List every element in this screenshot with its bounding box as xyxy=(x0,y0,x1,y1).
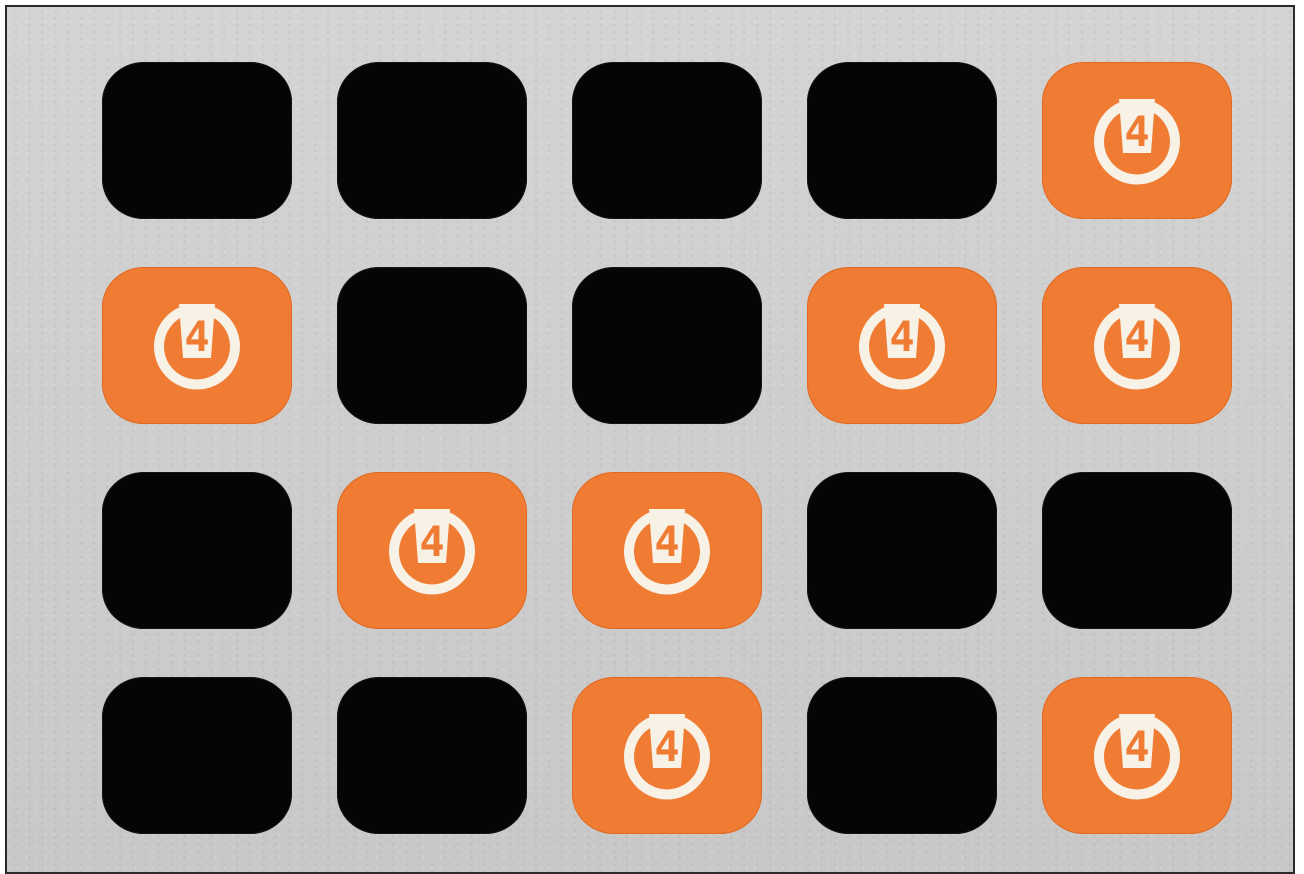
black-tile xyxy=(1042,472,1232,629)
black-tile xyxy=(807,677,997,834)
black-tile xyxy=(807,62,997,219)
channel-4-logo-icon: 4 xyxy=(1094,713,1180,799)
channel-4-logo-icon: 4 xyxy=(154,303,240,389)
orange-logo-tile: 4 xyxy=(337,472,527,629)
channel-4-logo-icon: 4 xyxy=(624,713,710,799)
black-tile xyxy=(572,267,762,424)
black-tile xyxy=(807,472,997,629)
orange-logo-tile: 4 xyxy=(572,472,762,629)
orange-logo-tile: 4 xyxy=(1042,267,1232,424)
orange-logo-tile: 4 xyxy=(807,267,997,424)
channel-4-logo-icon: 4 xyxy=(859,303,945,389)
channel-4-logo-icon: 4 xyxy=(1094,303,1180,389)
logo-number: 4 xyxy=(184,312,209,361)
logo-number: 4 xyxy=(1124,312,1149,361)
logo-number: 4 xyxy=(654,517,679,566)
tile-grid: 4 4 4 4 4 4 4 4 xyxy=(102,62,1232,834)
black-tile xyxy=(102,677,292,834)
logo-number: 4 xyxy=(654,722,679,771)
orange-logo-tile: 4 xyxy=(1042,62,1232,219)
orange-logo-tile: 4 xyxy=(102,267,292,424)
logo-number: 4 xyxy=(889,312,914,361)
logo-number: 4 xyxy=(1124,722,1149,771)
channel-4-logo-icon: 4 xyxy=(624,508,710,594)
black-tile xyxy=(102,472,292,629)
black-tile xyxy=(102,62,292,219)
orange-logo-tile: 4 xyxy=(572,677,762,834)
logo-number: 4 xyxy=(1124,107,1149,156)
logo-number: 4 xyxy=(419,517,444,566)
black-tile xyxy=(337,267,527,424)
channel-4-logo-icon: 4 xyxy=(389,508,475,594)
tile-panel: 4 4 4 4 4 4 4 4 xyxy=(5,5,1295,874)
black-tile xyxy=(337,62,527,219)
orange-logo-tile: 4 xyxy=(1042,677,1232,834)
channel-4-logo-icon: 4 xyxy=(1094,98,1180,184)
page: 4 4 4 4 4 4 4 4 xyxy=(0,0,1304,874)
black-tile xyxy=(337,677,527,834)
black-tile xyxy=(572,62,762,219)
